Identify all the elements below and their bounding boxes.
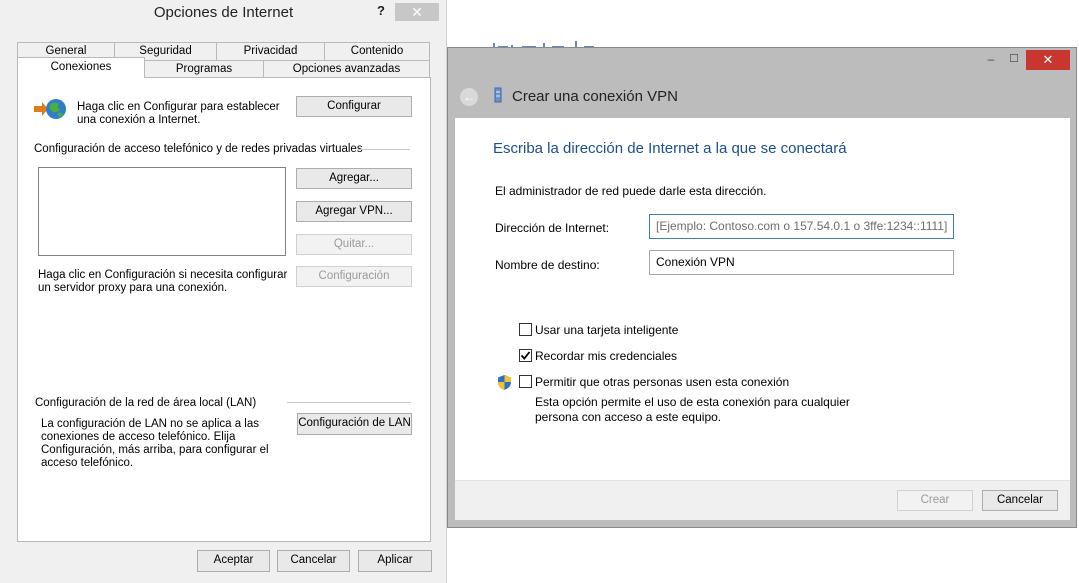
- cancel-button[interactable]: Cancelar: [982, 490, 1058, 511]
- network-icon: [494, 87, 502, 103]
- divider: [358, 149, 410, 150]
- globe-icon: [34, 97, 68, 123]
- wizard-heading: Escriba la dirección de Internet a la qu…: [493, 140, 847, 157]
- lan-text-line4: acceso telefónico.: [41, 457, 134, 469]
- tab-advanced[interactable]: Opciones avanzadas: [263, 60, 430, 78]
- back-arrow-icon[interactable]: ←: [460, 88, 478, 106]
- allow-others-desc-line1: Esta opción permite el uso de esta conex…: [535, 395, 850, 409]
- maximize-button[interactable]: ☐: [1006, 52, 1022, 65]
- lan-text-line3: Configuración, más arriba, para configur…: [41, 444, 269, 456]
- create-button[interactable]: Crear: [897, 490, 973, 511]
- remove-button[interactable]: Quitar...: [296, 234, 412, 255]
- lan-text-line1: La configuración de LAN no se aplica a l…: [41, 418, 260, 430]
- checkmark-icon: [520, 351, 531, 360]
- allow-others-label: Permitir que otras personas usen esta co…: [535, 375, 790, 389]
- remember-credentials-checkbox[interactable]: [519, 349, 532, 362]
- minimize-button[interactable]: –: [983, 52, 999, 66]
- dialup-vpn-heading: Configuración de acceso telefónico y de …: [34, 143, 363, 155]
- add-button[interactable]: Agregar...: [296, 168, 412, 189]
- tab-content[interactable]: Contenido: [324, 42, 430, 60]
- setup-text-line1: Haga clic en Configurar para establecer: [77, 101, 280, 113]
- proxy-text-line1: Haga clic en Configuración si necesita c…: [38, 269, 288, 281]
- lan-heading: Configuración de la red de área local (L…: [35, 397, 257, 409]
- lan-settings-button[interactable]: Configuración de LAN: [297, 413, 412, 435]
- tab-connections[interactable]: Conexiones: [17, 57, 145, 78]
- help-button[interactable]: ?: [370, 3, 392, 21]
- add-vpn-button[interactable]: Agregar VPN...: [296, 201, 412, 222]
- wizard-footer: [455, 480, 1070, 520]
- internet-options-window: Opciones de Internet ? ✕ General Segurid…: [0, 0, 447, 583]
- destination-name-input[interactable]: Conexión VPN: [649, 250, 954, 275]
- uac-shield-icon: [497, 374, 512, 391]
- address-label: Dirección de Internet:: [495, 221, 610, 235]
- cancel-button[interactable]: Cancelar: [277, 550, 350, 572]
- apply-button[interactable]: Aplicar: [358, 550, 432, 572]
- wizard-content: [455, 118, 1070, 480]
- tab-privacy[interactable]: Privacidad: [216, 42, 325, 60]
- destination-label: Nombre de destino:: [495, 258, 600, 272]
- allow-others-desc-line2: persona con acceso a este equipo.: [535, 410, 722, 424]
- smartcard-label: Usar una tarjeta inteligente: [535, 323, 679, 337]
- smartcard-checkbox[interactable]: [519, 323, 532, 336]
- close-button[interactable]: ✕: [1026, 50, 1070, 70]
- allow-others-checkbox[interactable]: [519, 375, 532, 388]
- proxy-text-line2: un servidor proxy para una conexión.: [38, 282, 228, 294]
- connection-settings-button[interactable]: Configuración: [296, 266, 412, 287]
- setup-text-line2: una conexión a Internet.: [77, 114, 201, 126]
- connections-list[interactable]: [38, 167, 286, 256]
- setup-button[interactable]: Configurar: [296, 96, 412, 117]
- divider: [287, 402, 411, 403]
- ok-button[interactable]: Aceptar: [197, 550, 270, 572]
- lan-text-line2: conexiones de acceso telefónico. Elija: [41, 431, 236, 443]
- close-button[interactable]: ✕: [395, 3, 439, 21]
- admin-note: El administrador de red puede darle esta…: [495, 184, 767, 198]
- tab-programs[interactable]: Programas: [144, 60, 264, 78]
- remember-label: Recordar mis credenciales: [535, 349, 678, 363]
- internet-address-input[interactable]: [Ejemplo: Contoso.com o 157.54.0.1 o 3ff…: [649, 214, 954, 239]
- wizard-title: Crear una conexión VPN: [512, 88, 678, 105]
